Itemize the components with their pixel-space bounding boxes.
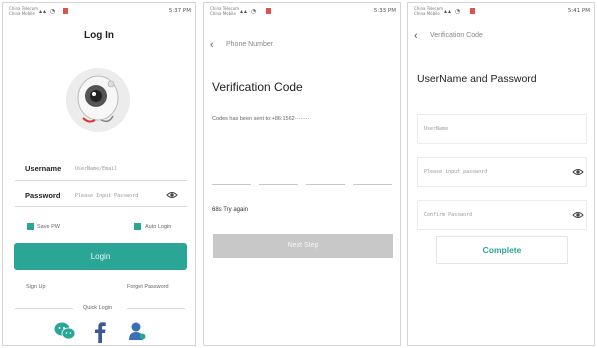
nav-title: Verification Code — [430, 32, 483, 39]
code-digit-3[interactable] — [306, 184, 345, 185]
quick-login-label: Quick Login — [83, 305, 113, 311]
login-button[interactable]: Login — [14, 243, 187, 270]
carrier-secondary: China Mobile — [9, 11, 35, 16]
forget-password-link[interactable]: Forget Password — [127, 284, 169, 290]
signal-icon: ▴▴ ◔ — [240, 8, 258, 15]
complete-button[interactable]: Complete — [436, 236, 568, 264]
retry-countdown[interactable]: 68s Try again — [212, 207, 248, 213]
quick-login-divider-left — [15, 308, 73, 309]
confirm-password-field[interactable]: Confirm Password — [417, 200, 587, 230]
password-input[interactable]: Please Input Password — [75, 193, 138, 199]
battery-low-icon — [470, 8, 475, 14]
password-divider — [15, 206, 187, 207]
login-screen: China Telecom China Mobile ▴▴ ◔ 5:37 PM … — [2, 2, 196, 346]
avatar — [77, 75, 119, 123]
eye-icon[interactable] — [572, 211, 584, 219]
auto-login-label: Auto Login — [145, 224, 172, 230]
page-heading: UserName and Password — [417, 73, 537, 85]
battery-low-icon — [63, 8, 68, 14]
save-pw-checkbox[interactable] — [27, 223, 34, 230]
carrier-secondary: China Mobile — [210, 11, 236, 16]
user-icon[interactable] — [129, 321, 146, 341]
signal-icon: ▴▴ ◔ — [444, 8, 462, 15]
status-bar: China Telecom China Mobile ▴▴ ◔ 5:37 PM — [3, 3, 195, 19]
status-time: 5:33 PM — [373, 8, 396, 14]
carrier-text: China Telecom China Mobile — [9, 6, 38, 16]
username-field[interactable]: UserName — [417, 114, 587, 144]
confirm-password-input[interactable]: Confirm Password — [424, 212, 472, 218]
status-time: 5:41 PM — [567, 8, 590, 14]
back-chevron-icon[interactable]: ‹ — [414, 30, 418, 42]
carrier-text: China Telecom China Mobile — [210, 6, 239, 16]
code-digit-2[interactable] — [259, 184, 298, 185]
battery-low-icon — [266, 8, 271, 14]
carrier-text: China Telecom China Mobile — [414, 6, 443, 16]
carrier-secondary: China Mobile — [414, 11, 440, 16]
status-bar: China Telecom China Mobile ▴▴ ◔ 5:33 PM — [204, 3, 400, 19]
eye-icon[interactable] — [572, 168, 584, 176]
page-title: Log In — [84, 30, 114, 41]
signal-icon: ▴▴ ◔ — [39, 8, 57, 15]
facebook-icon[interactable] — [94, 321, 106, 343]
password-input[interactable]: Please input password — [424, 169, 487, 175]
credentials-screen: China Telecom China Mobile ▴▴ ◔ 5:41 PM … — [407, 2, 595, 346]
status-time: 5:37 PM — [168, 8, 191, 14]
username-label: Username — [25, 164, 62, 173]
username-input[interactable]: UserName — [424, 126, 448, 132]
username-divider — [15, 180, 187, 181]
password-field[interactable]: Please input password — [417, 157, 587, 187]
status-bar: China Telecom China Mobile ▴▴ ◔ 5:41 PM — [408, 3, 594, 19]
nav-title: Phone Number — [226, 41, 274, 48]
verification-screen: China Telecom China Mobile ▴▴ ◔ 5:33 PM … — [203, 2, 401, 346]
code-digit-4[interactable] — [353, 184, 392, 185]
quick-login-divider-right — [127, 308, 185, 309]
eye-icon[interactable] — [166, 191, 178, 199]
code-digit-1[interactable] — [212, 184, 251, 185]
back-chevron-icon[interactable]: ‹ — [210, 39, 214, 51]
wechat-icon[interactable] — [54, 321, 76, 341]
code-sent-text: Codes has been sent to:+86:1562········ — [212, 116, 310, 122]
sign-up-link[interactable]: Sign Up — [26, 284, 46, 290]
page-heading: Verification Code — [212, 80, 303, 94]
auto-login-checkbox[interactable] — [134, 223, 141, 230]
save-pw-label: Save PW — [37, 224, 60, 230]
next-step-button[interactable]: Next Step — [213, 234, 393, 258]
username-input[interactable]: UserName/Email — [75, 166, 117, 172]
password-label: Password — [25, 191, 61, 200]
